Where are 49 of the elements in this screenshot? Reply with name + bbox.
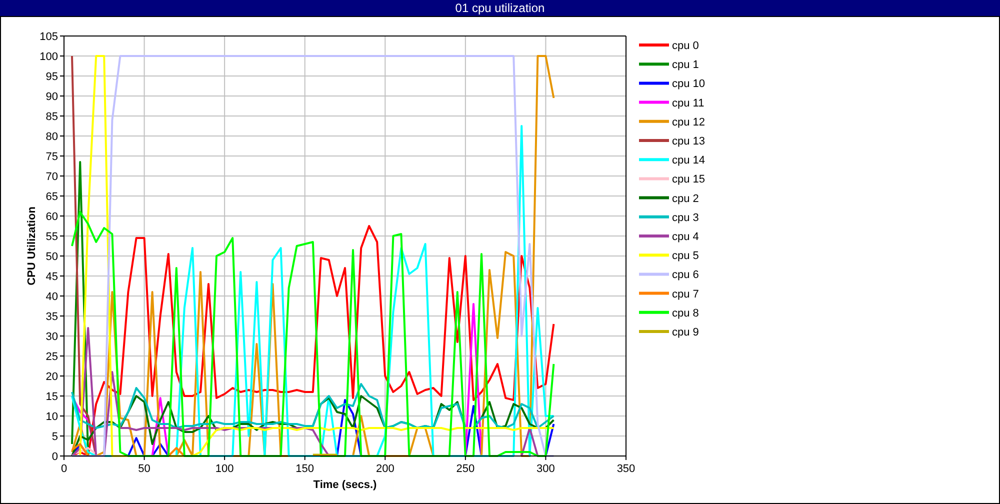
y-tick-label: 15: [46, 391, 58, 403]
legend-label: cpu 1: [672, 59, 699, 72]
x-tick-label: 100: [215, 463, 234, 475]
legend-label: cpu 15: [672, 174, 706, 186]
y-tick-label: 95: [46, 71, 58, 83]
legend-label: cpu 2: [672, 192, 699, 205]
legend-label: cpu 7: [672, 288, 699, 300]
legend-label: cpu 8: [672, 307, 699, 320]
y-tick-label: 105: [40, 31, 58, 43]
legend-label: cpu 5: [672, 250, 699, 262]
legend-label: cpu 4: [672, 231, 699, 243]
x-tick-label: 200: [376, 463, 394, 475]
x-tick-label: 0: [60, 463, 68, 475]
legend-label: cpu 0: [672, 40, 699, 52]
y-tick-label: 35: [46, 311, 58, 323]
y-tick-label: 70: [46, 171, 58, 183]
legend-label: cpu 13: [672, 136, 706, 148]
x-axis-title: Time (secs.): [313, 479, 377, 491]
y-tick-label: 0: [52, 451, 58, 463]
y-tick-label: 50: [46, 251, 58, 263]
legend-label: cpu 9: [672, 326, 699, 338]
x-tick-label: 350: [616, 463, 636, 475]
y-tick-label: 65: [46, 191, 58, 203]
y-tick-label: 60: [46, 211, 58, 223]
y-tick-label: 5: [52, 431, 58, 443]
y-tick-label: 25: [46, 351, 58, 363]
y-tick-label: 20: [46, 371, 58, 383]
legend-label: cpu 3: [672, 212, 699, 224]
y-tick-label: 30: [46, 331, 58, 343]
y-tick-label: 75: [46, 151, 58, 163]
y-axis-title: CPU Utilization: [26, 206, 38, 286]
y-tick-label: 100: [40, 51, 58, 63]
x-tick-label: 50: [138, 463, 150, 475]
y-tick-label: 80: [46, 131, 58, 143]
y-tick-label: 55: [46, 231, 58, 243]
y-tick-label: 40: [46, 291, 58, 303]
x-tick-label: 300: [536, 463, 555, 475]
legend-label: cpu 11: [672, 97, 704, 110]
window-title: 01 cpu utilization: [455, 0, 545, 16]
y-tick-label: 45: [46, 271, 58, 283]
y-tick-label: 10: [46, 411, 58, 423]
legend-label: cpu 10: [672, 78, 706, 90]
legend-label: cpu 12: [672, 116, 706, 128]
legend-label: cpu 14: [672, 154, 706, 167]
x-tick-label: 150: [296, 463, 314, 475]
x-tick-label: 250: [456, 463, 475, 475]
y-tick-label: 90: [46, 91, 58, 103]
y-tick-label: 85: [46, 111, 58, 123]
legend-label: cpu 6: [672, 269, 699, 282]
